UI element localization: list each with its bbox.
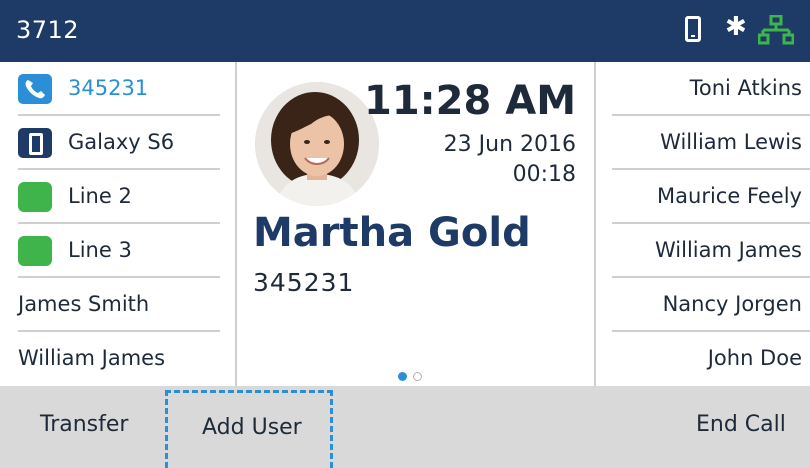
phone-handset-icon <box>18 74 52 104</box>
softkey-bar: Transfer Add User End Call <box>0 386 810 468</box>
line-key-william-james[interactable]: William James <box>18 332 220 386</box>
call-duration: 00:18 <box>512 162 576 187</box>
status-bar: 3712 ✱ <box>0 0 810 62</box>
add-user-button[interactable]: Add User <box>165 390 333 468</box>
mobile-device-icon <box>18 128 52 158</box>
speed-dial-john-doe[interactable]: John Doe <box>612 332 810 386</box>
speed-dial-label: William Lewis <box>660 130 802 154</box>
line-key-james-smith[interactable]: James Smith <box>18 278 220 332</box>
speed-dial-maurice-feely[interactable]: Maurice Feely <box>612 170 810 224</box>
add-user-label: Add User <box>202 415 302 440</box>
call-info-panel: 11:28 AM 23 Jun 2016 00:18 Martha Gold 3… <box>237 62 594 386</box>
transfer-label: Transfer <box>40 412 129 437</box>
line-key-line-2[interactable]: Line 2 <box>18 170 220 224</box>
speed-dial-toni-atkins[interactable]: Toni Atkins <box>612 62 810 116</box>
line-keys-panel: 345231 Galaxy S6 Line 2 Line 3 James Smi… <box>0 62 237 386</box>
line-key-mobile[interactable]: Galaxy S6 <box>18 116 220 170</box>
phone-screen: 3712 ✱ 345231 Galaxy S6 Line 2 Line 3 Ja… <box>0 0 810 468</box>
speed-dial-nancy-jorgen[interactable]: Nancy Jorgen <box>612 278 810 332</box>
caller-name: Martha Gold <box>253 210 531 256</box>
line-key-label: Galaxy S6 <box>68 130 175 154</box>
call-clock: 11:28 AM <box>363 78 576 124</box>
end-call-button[interactable]: End Call <box>660 386 810 468</box>
speed-dial-label: William James <box>654 238 802 262</box>
speed-dial-william-james[interactable]: William James <box>612 224 810 278</box>
network-icon <box>758 15 794 45</box>
caller-number: 345231 <box>253 268 355 297</box>
line-key-label: James Smith <box>18 292 150 316</box>
page-dot-inactive <box>413 372 422 381</box>
line-key-active-call[interactable]: 345231 <box>18 62 220 116</box>
status-icons: ✱ <box>670 12 810 50</box>
page-dot-active <box>398 372 407 381</box>
page-indicator <box>398 372 428 384</box>
line-key-label: William James <box>18 346 166 370</box>
speed-dial-william-lewis[interactable]: William Lewis <box>612 116 810 170</box>
end-call-label: End Call <box>696 412 786 437</box>
speed-dial-panel: Toni Atkins William Lewis Maurice Feely … <box>594 62 810 386</box>
caller-avatar <box>255 82 379 206</box>
speed-dial-label: Nancy Jorgen <box>662 292 802 316</box>
speed-dial-label: Maurice Feely <box>657 184 802 208</box>
speed-dial-label: Toni Atkins <box>689 76 802 100</box>
mobile-device-icon <box>685 16 701 42</box>
extension-number: 3712 <box>16 16 80 44</box>
call-date: 23 Jun 2016 <box>443 132 576 157</box>
line-key-label: 345231 <box>68 76 149 100</box>
speed-dial-label: John Doe <box>707 346 802 370</box>
line-status-icon <box>18 236 52 266</box>
transfer-button[interactable]: Transfer <box>0 386 165 468</box>
line-key-label: Line 2 <box>68 184 132 208</box>
line-key-line-3[interactable]: Line 3 <box>18 224 220 278</box>
line-key-label: Line 3 <box>68 238 132 262</box>
bluetooth-icon: ✱ <box>725 12 747 42</box>
line-status-icon <box>18 182 52 212</box>
